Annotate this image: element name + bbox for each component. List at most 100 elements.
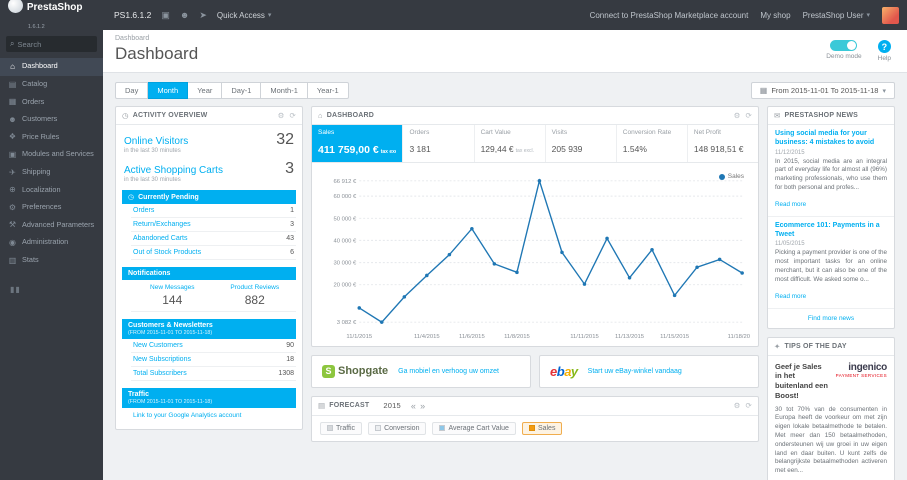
chart-legend[interactable]: Sales — [718, 173, 744, 180]
sidebar-item-localization[interactable]: ⊕ Localization — [0, 181, 103, 199]
sidebar-item-label: Price Rules — [22, 131, 60, 141]
sidebar-item-shipping[interactable]: ✈ Shipping — [0, 164, 103, 182]
forecast-legend-sales[interactable]: Sales — [521, 421, 563, 435]
tools-icon: ⚒ — [8, 220, 17, 230]
range-year-button[interactable]: Year — [188, 82, 223, 99]
sidebar-search[interactable]: ⌕ — [6, 36, 97, 52]
shopgate-promo-link[interactable]: Ga mobiel en verhoog uw omzet — [398, 368, 499, 375]
panel-title: PRESTASHOP NEWS — [784, 112, 859, 119]
svg-text:66 912 €: 66 912 € — [333, 179, 357, 185]
ingenico-logo[interactable]: ingenico PAYMENT SERVICES — [836, 362, 888, 378]
pending-returns-row[interactable]: Return/Exchanges 3 — [131, 218, 296, 232]
search-input[interactable] — [17, 39, 88, 49]
catalog-icon: ▤ — [8, 79, 17, 89]
sidebar-item-stats[interactable]: ▥ Stats — [0, 252, 103, 270]
sidebar-item-preferences[interactable]: ⚙ Preferences — [0, 199, 103, 217]
ebay-promo-link[interactable]: Start uw eBay-winkel vandaag — [588, 368, 682, 375]
stats-icon: ▥ — [8, 255, 17, 265]
forecast-legend-average-cart-value[interactable]: Average Cart Value — [432, 421, 516, 435]
forecast-prev-icon[interactable]: « — [411, 401, 416, 411]
google-analytics-link[interactable]: Link to your Google Analytics account — [131, 408, 296, 423]
sidebar-item-customers[interactable]: ☻ Customers — [0, 111, 103, 129]
forecast-legend-traffic[interactable]: Traffic — [320, 421, 363, 435]
panel-title: DASHBOARD — [326, 112, 375, 119]
user-menu[interactable]: PrestaShop User ▾ — [803, 11, 870, 20]
profile-icon[interactable]: ☻ — [180, 10, 189, 20]
marketplace-link[interactable]: Connect to PrestaShop Marketplace accoun… — [590, 11, 749, 20]
sidebar-item-advanced-parameters[interactable]: ⚒ Advanced Parameters — [0, 216, 103, 234]
globe-icon: ⊕ — [9, 185, 16, 195]
forecast-legend-conversion[interactable]: Conversion — [368, 421, 427, 435]
range-year-1-button[interactable]: Year-1 — [307, 82, 349, 99]
customers-icon: ☻ — [8, 114, 17, 124]
refresh-icon[interactable]: ⟳ — [746, 111, 752, 120]
chevron-down-icon: ▾ — [882, 87, 886, 95]
kpi-sales[interactable]: Sales 411 759,00 €tax excl. — [312, 125, 404, 162]
refresh-icon[interactable]: ⟳ — [290, 111, 296, 120]
help-icon[interactable]: ? — [877, 40, 891, 53]
kpi-cart-value[interactable]: Cart Value 129,44 € tax excl. — [475, 125, 546, 162]
sidebar-item-dashboard[interactable]: ⌂ Dashboard — [0, 58, 103, 76]
range-day-button[interactable]: Day — [115, 82, 149, 99]
quick-access-menu[interactable]: Quick Access ▾ — [217, 11, 272, 20]
breadcrumb[interactable]: Dashboard — [115, 35, 198, 42]
read-more-link[interactable]: Read more — [775, 201, 806, 208]
news-article-title[interactable]: Ecommerce 101: Payments in a Tweet — [775, 222, 887, 240]
product-reviews-cell[interactable]: Product Reviews 882 — [213, 280, 296, 312]
launch-icon[interactable]: ➤ — [199, 10, 207, 21]
kpi-visits[interactable]: Visits 205 939 — [546, 125, 617, 162]
sidebar-item-modules[interactable]: ▣ Modules and Services — [0, 146, 103, 164]
notifications-header: Notifications — [122, 267, 296, 280]
my-shop-link[interactable]: My shop — [760, 11, 790, 20]
news-article-title[interactable]: Using social media for your business: 4 … — [775, 130, 887, 148]
active-carts-row[interactable]: Active Shopping Carts 3 — [116, 154, 302, 178]
news-article-excerpt: In 2015, social media are an integral pa… — [775, 157, 887, 191]
sidebar-item-price-rules[interactable]: ❖ Price Rules — [0, 128, 103, 146]
new-subscriptions-row[interactable]: New Subscriptions 18 — [131, 353, 296, 367]
kpi-conversion-rate[interactable]: Conversion Rate 1.54% — [617, 125, 688, 162]
new-customers-row[interactable]: New Customers 90 — [131, 339, 296, 353]
date-range-picker[interactable]: ▦ From 2015-11-01 To 2015-11-18 ▾ — [750, 82, 895, 99]
pending-orders-row[interactable]: Orders 1 — [131, 204, 296, 218]
prestashop-news-panel: ✉ PRESTASHOP NEWS Using social media for… — [767, 106, 895, 329]
range-month-button[interactable]: Month — [148, 82, 189, 99]
shopgate-promo[interactable]: S Shopgate Ga mobiel en verhoog uw omzet — [311, 354, 531, 388]
kpi-net-profit[interactable]: Net Profit 148 918,51 € — [688, 125, 758, 162]
quick-access-label: Quick Access — [216, 10, 265, 20]
shop-name[interactable]: PS1.6.1.2 — [114, 10, 151, 20]
svg-text:30 000 €: 30 000 € — [333, 261, 357, 267]
legend-swatch-icon — [375, 425, 382, 432]
range-month-1-button[interactable]: Month-1 — [261, 82, 308, 99]
brand-name: PrestaShop — [26, 2, 83, 13]
sidebar-collapse-button[interactable]: ▮▮ — [0, 285, 103, 294]
gear-icon[interactable]: ⚙ — [734, 111, 741, 120]
refresh-icon[interactable]: ⟳ — [746, 401, 752, 410]
avatar[interactable] — [882, 6, 899, 24]
demo-mode-toggle[interactable] — [830, 40, 858, 51]
sidebar-item-orders[interactable]: ▦ Orders — [0, 93, 103, 111]
online-visitors-row[interactable]: Online Visitors 32 — [116, 125, 302, 149]
sidebar-item-administration[interactable]: ◉ Administration — [0, 234, 103, 252]
out-of-stock-row[interactable]: Out of Stock Products 6 — [131, 246, 296, 260]
help-label: Help — [877, 55, 891, 62]
forecast-next-icon[interactable]: » — [420, 401, 425, 411]
read-more-link[interactable]: Read more — [775, 293, 806, 300]
gear-icon[interactable]: ⚙ — [734, 401, 741, 410]
gear-icon[interactable]: ⚙ — [278, 111, 285, 120]
prestashop-logo[interactable]: PrestaShop 1.6.1.2 — [8, 0, 104, 33]
new-messages-cell[interactable]: New Messages 144 — [131, 280, 214, 312]
range-day-1-button[interactable]: Day-1 — [222, 82, 262, 99]
total-subscribers-row[interactable]: Total Subscribers 1308 — [131, 367, 296, 381]
sidebar-item-label: Administration — [22, 237, 69, 247]
kpi-orders[interactable]: Orders 3 181 — [403, 125, 475, 162]
shop-icon[interactable]: ▣ — [161, 10, 170, 21]
ebay-promo[interactable]: ebay Start uw eBay-winkel vandaag — [539, 354, 759, 388]
abandoned-carts-row[interactable]: Abandoned Carts 43 — [131, 232, 296, 246]
find-more-news-link[interactable]: Find more news — [768, 309, 894, 328]
page-header: Dashboard Dashboard Demo mode ? Help — [103, 30, 907, 73]
sidebar-item-catalog[interactable]: ▤ Catalog — [0, 76, 103, 94]
svg-text:40 000 €: 40 000 € — [333, 238, 357, 244]
sidebar-item-label: Preferences — [22, 202, 62, 212]
chevron-down-icon: ▾ — [267, 12, 272, 19]
user-menu-label: PrestaShop User — [802, 10, 864, 20]
